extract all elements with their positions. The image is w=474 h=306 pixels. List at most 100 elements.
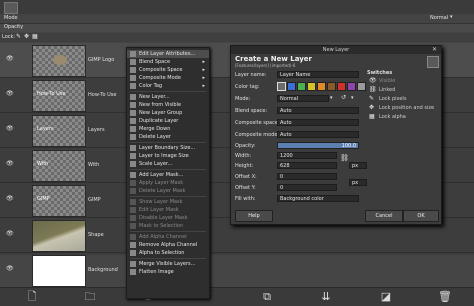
opacity-row[interactable]: Opacity [0, 24, 474, 32]
menu-item[interactable]: Scale Layer... [127, 160, 209, 168]
eye-icon[interactable]: 👁 [6, 195, 18, 203]
merge-down-icon[interactable]: ⇊ [320, 291, 332, 303]
menu-item[interactable]: Merge Down [127, 125, 209, 133]
menu-item[interactable]: Color Tag ▸ [127, 82, 209, 90]
menu-item-label: New Layer Group [139, 110, 183, 116]
chain-link-icon[interactable]: ⛓ [369, 86, 377, 93]
switch-linked[interactable]: Linked [379, 87, 395, 93]
opacity-slider[interactable]: 100.0 [277, 142, 359, 149]
mode-select[interactable]: Normal [430, 15, 448, 21]
new-layer-icon[interactable]: 🗋 [26, 291, 38, 303]
menu-item[interactable]: New from Visible [127, 101, 209, 109]
close-icon[interactable]: ✕ [432, 46, 437, 53]
color-tag-swatch[interactable] [277, 82, 286, 91]
eye-icon[interactable]: 👁 [369, 77, 377, 84]
switch-lock-position[interactable]: Lock position and size [379, 105, 434, 111]
layers-tab-icon[interactable] [4, 2, 18, 14]
mask-icon[interactable]: ◪ [380, 291, 392, 303]
cancel-button[interactable]: Cancel [365, 210, 403, 222]
switch-visible[interactable]: Visible [379, 78, 395, 84]
eye-icon[interactable]: 👁 [6, 125, 18, 133]
fill-select[interactable]: Background color [277, 195, 359, 202]
layer-name: With [88, 162, 100, 168]
brush-icon[interactable]: ✎ [369, 95, 374, 102]
menu-item[interactable]: Flatten Image [127, 268, 209, 276]
dialog-heading: Create a New Layer [235, 55, 312, 63]
layer-thumbnail: With [32, 150, 86, 182]
reset-mode-icon[interactable]: ↺ [341, 94, 346, 101]
help-button[interactable]: Help [235, 210, 273, 222]
offset-unit-select[interactable]: px [349, 179, 367, 186]
color-tag-swatch[interactable] [317, 82, 326, 91]
color-tag-swatch[interactable] [337, 82, 346, 91]
menu-item-icon [130, 94, 136, 100]
color-tag-swatch[interactable] [307, 82, 316, 91]
layer-thumbnail: GIMP [32, 185, 86, 217]
menu-item[interactable]: New Layer Group [127, 109, 209, 117]
eye-icon[interactable]: 👁 [6, 160, 18, 168]
menu-item[interactable]: Composite Mode ▸ [127, 74, 209, 82]
ok-button[interactable]: OK [403, 210, 439, 222]
color-tag-swatch[interactable] [327, 82, 336, 91]
thumb-text: GIMP [37, 196, 50, 202]
menu-item[interactable]: Delete Layer [127, 133, 209, 141]
layers-dock-header [0, 0, 474, 14]
checker-icon[interactable]: ▦ [369, 113, 375, 120]
eye-icon[interactable]: 👁 [6, 55, 18, 63]
offset-x-input[interactable]: 0 [277, 173, 337, 180]
blend-space-select[interactable]: Auto [277, 107, 359, 114]
lock-alpha-icon[interactable]: ▦ [32, 33, 38, 40]
menu-item[interactable]: Composite Space ▸ [127, 66, 209, 74]
menu-item[interactable]: Alpha to Selection [127, 249, 209, 257]
unit-select[interactable]: px [349, 162, 367, 169]
menu-item-icon [130, 145, 136, 151]
menu-item[interactable]: Duplicate Layer [127, 117, 209, 125]
color-tag-swatch[interactable] [297, 82, 306, 91]
layers-toolbar: 🗋 🗀 ⚓ ✓ ⧉ ⇊ ◪ 🗑 [0, 287, 474, 306]
layer-name-input[interactable]: Layer Name [277, 71, 359, 78]
gimp-logo-thumb [53, 55, 67, 65]
menu-item[interactable]: New Layer... [127, 93, 209, 101]
dialog-title: New Layer [231, 46, 441, 54]
eye-icon[interactable]: 👁 [6, 230, 18, 238]
menu-item-icon [130, 269, 136, 275]
height-input[interactable]: 628 [277, 162, 337, 169]
layer-name: Shape [88, 232, 104, 238]
menu-item-icon [130, 83, 136, 89]
mode-select[interactable]: Normal [277, 95, 329, 102]
delete-layer-icon[interactable]: 🗑 [438, 291, 452, 303]
menu-item[interactable]: Add Layer Mask... [127, 171, 209, 179]
mode-label: Mode [4, 15, 18, 21]
menu-item[interactable]: Blend Space ▸ [127, 58, 209, 66]
menu-item-icon [130, 118, 136, 124]
layer-row[interactable]: 👁 Background [0, 253, 474, 287]
menu-item[interactable]: Edit Layer Attributes... [127, 50, 209, 58]
width-input[interactable]: 1200 [277, 152, 337, 159]
composite-mode-select[interactable]: Auto [277, 131, 359, 138]
menu-separator [130, 196, 206, 197]
menu-item-label: Disable Layer Mask [139, 215, 188, 221]
color-tag-swatch[interactable] [287, 82, 296, 91]
chevron-down-icon[interactable]: ▾ [450, 14, 453, 20]
chevron-down-icon[interactable]: ▾ [351, 95, 354, 101]
lock-pixels-icon[interactable]: ✎ [16, 33, 21, 40]
color-tag-swatch[interactable] [347, 82, 356, 91]
menu-item[interactable]: Remove Alpha Channel [127, 241, 209, 249]
switch-lock-pixels[interactable]: Lock pixels [379, 96, 406, 102]
menu-item[interactable]: Layer Boundary Size... [127, 144, 209, 152]
duplicate-layer-icon[interactable]: ⧉ [261, 291, 273, 303]
dialog-subtitle: [Features/layers] (imported)-6 [235, 63, 296, 68]
menu-item[interactable]: Layer to Image Size [127, 152, 209, 160]
eye-icon[interactable]: 👁 [6, 90, 18, 98]
move-icon[interactable]: ✥ [369, 104, 374, 111]
lock-position-icon[interactable]: ✥ [24, 33, 29, 40]
offset-y-input[interactable]: 0 [277, 184, 337, 191]
chain-link-icon[interactable]: ⛓ [340, 154, 349, 162]
menu-item[interactable]: Merge Visible Layers... [127, 260, 209, 268]
color-tag-swatch[interactable] [357, 82, 366, 91]
switch-lock-alpha[interactable]: Lock alpha [379, 114, 406, 120]
composite-space-select[interactable]: Auto [277, 119, 359, 126]
new-layer-group-icon[interactable]: 🗀 [84, 291, 96, 303]
eye-icon[interactable]: 👁 [6, 265, 18, 273]
chevron-down-icon[interactable]: ▾ [330, 95, 333, 101]
